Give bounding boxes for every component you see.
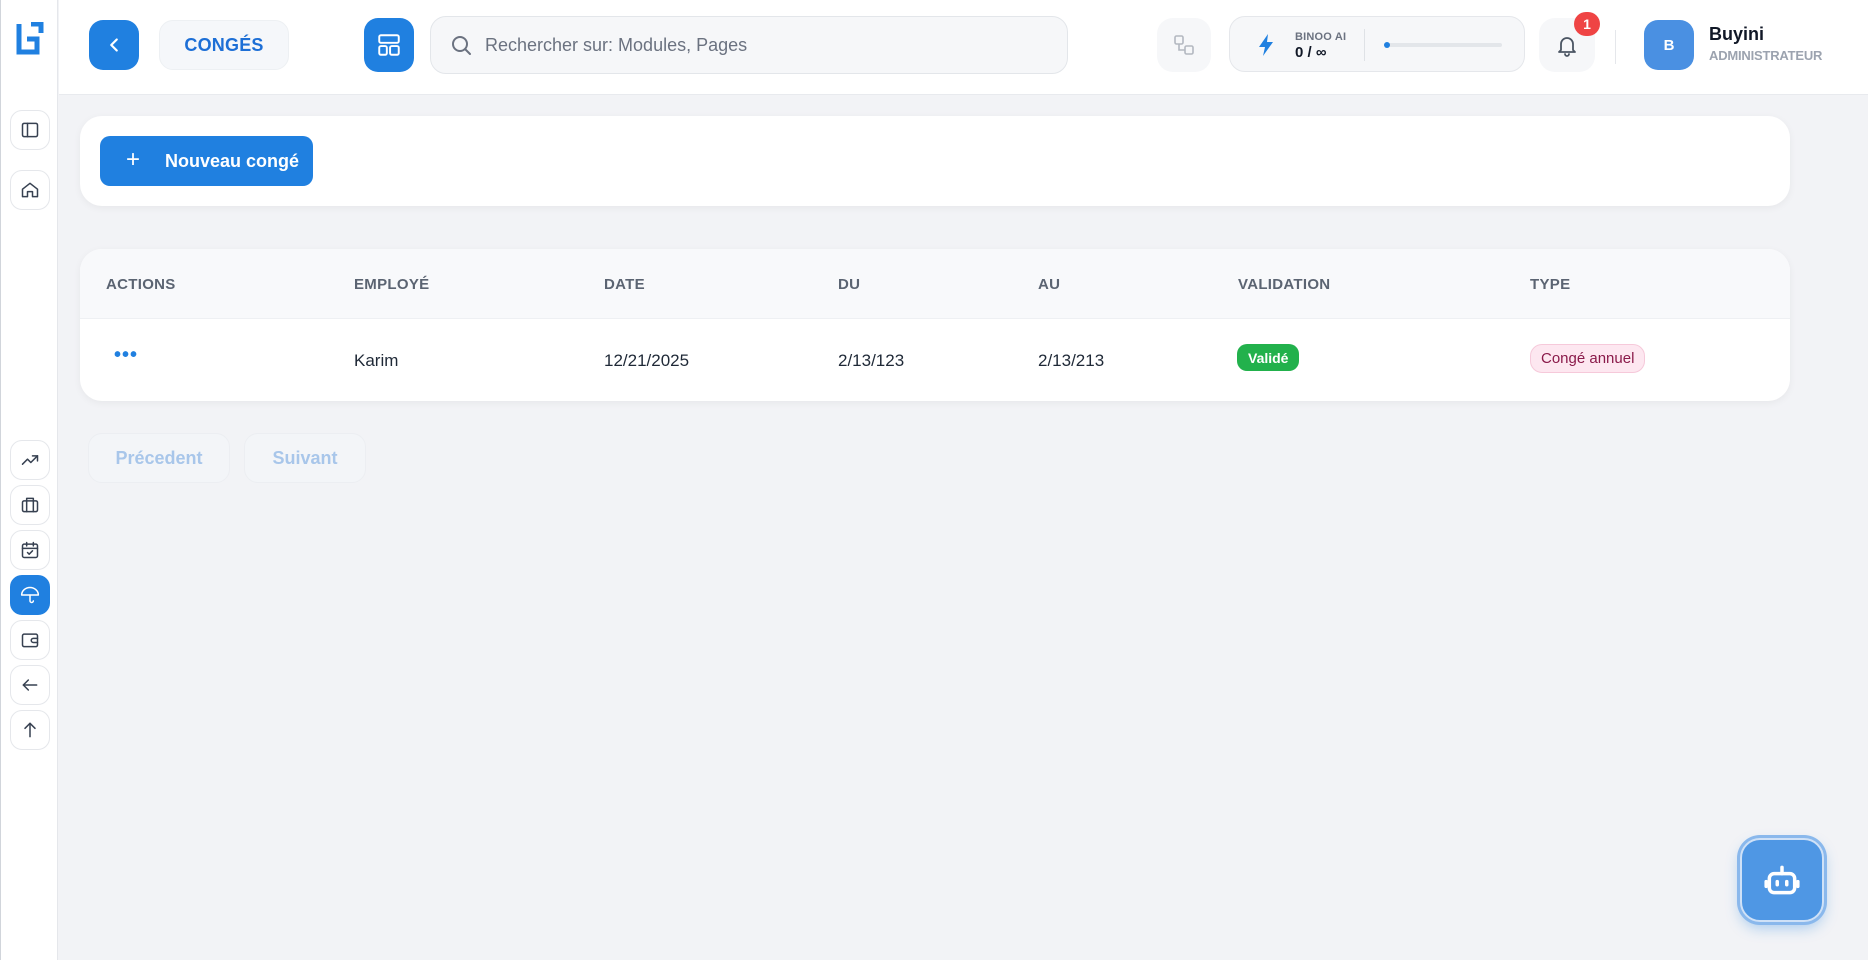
cell-date: 12/21/2025: [604, 351, 690, 370]
bolt-icon: [1259, 34, 1273, 56]
robot-icon: [1764, 865, 1800, 895]
leave-table: ACTIONS EMPLOYÉ DATE DU AU VALIDATION TY…: [80, 249, 1790, 401]
user-role: ADMINISTRATEUR: [1709, 48, 1823, 63]
column-header-date[interactable]: DATE: [604, 276, 645, 293]
column-header-type[interactable]: TYPE: [1530, 276, 1570, 293]
divider: [1615, 30, 1616, 64]
sidebar-item-up[interactable]: [10, 710, 50, 750]
sidebar-panel-icon: [21, 122, 39, 138]
sidebar-item-home[interactable]: [10, 170, 50, 210]
sidebar-toggle-button[interactable]: [10, 110, 50, 150]
notification-badge: 1: [1574, 12, 1600, 36]
sidebar-item-analytics[interactable]: [10, 440, 50, 480]
sidebar-item-wallet[interactable]: [10, 620, 50, 660]
back-button[interactable]: [89, 20, 139, 70]
app-logo[interactable]: [15, 22, 45, 56]
table-row[interactable]: ••• Karim 12/21/2025 2/13/123 2/13/213 V…: [80, 319, 1790, 401]
column-header-employee[interactable]: EMPLOYÉ: [354, 276, 429, 293]
arrow-up-icon: [24, 722, 36, 738]
arrow-left-icon: [22, 679, 38, 691]
previous-page-button[interactable]: Précedent: [88, 433, 230, 483]
ai-usage-fill: [1384, 42, 1390, 48]
search-input[interactable]: [485, 34, 1045, 56]
table-header: ACTIONS EMPLOYÉ DATE DU AU VALIDATION TY…: [80, 249, 1790, 319]
calendar-check-icon: [21, 541, 39, 559]
new-leave-button[interactable]: + Nouveau congé: [100, 136, 313, 186]
divider: [1364, 29, 1365, 61]
assistant-bot-button[interactable]: [1740, 838, 1824, 922]
chevron-left-icon: [110, 38, 118, 52]
bell-icon: [1558, 37, 1576, 57]
swap-icon: [1174, 35, 1194, 55]
plus-icon: +: [126, 146, 141, 173]
layout-switch-button[interactable]: [364, 18, 414, 72]
umbrella-icon: [20, 586, 40, 604]
column-header-validation[interactable]: VALIDATION: [1238, 276, 1330, 293]
new-leave-label: Nouveau congé: [165, 151, 300, 171]
cell-employee: Karim: [354, 351, 399, 370]
trending-up-icon: [21, 455, 39, 465]
sidebar-item-leave[interactable]: [10, 575, 50, 615]
sidebar-item-back[interactable]: [10, 665, 50, 705]
next-page-button[interactable]: Suivant: [244, 433, 366, 483]
cell-to: 2/13/213: [1038, 351, 1105, 370]
switch-module-button[interactable]: [1157, 18, 1211, 72]
ai-usage-panel[interactable]: BINOO AI 0 / ∞: [1229, 16, 1525, 72]
type-tag: Congé annuel: [1530, 344, 1646, 373]
home-icon: [21, 182, 39, 198]
row-actions-menu-icon[interactable]: •••: [114, 345, 138, 365]
cell-from: 2/13/123: [838, 351, 905, 370]
avatar[interactable]: B: [1644, 20, 1694, 70]
page-title: CONGÉS: [159, 20, 289, 70]
top-header: CONGÉS BINOO AI 0 / ∞ 1 B Buyini ADMINIS…: [59, 0, 1868, 95]
ai-label: BINOO AI: [1295, 31, 1347, 43]
layout-icon: [378, 34, 400, 56]
search-icon: [452, 36, 471, 55]
search-bar[interactable]: [430, 16, 1068, 74]
column-header-to[interactable]: AU: [1038, 276, 1060, 293]
ai-usage-bar: [1384, 42, 1502, 48]
sidebar: [0, 0, 58, 960]
ai-count: 0 / ∞: [1295, 44, 1327, 61]
user-name: Buyini: [1709, 24, 1765, 44]
sidebar-item-calendar[interactable]: [10, 530, 50, 570]
wallet-icon: [21, 633, 39, 648]
status-badge: Validé: [1237, 344, 1300, 371]
column-header-from[interactable]: DU: [838, 276, 860, 293]
briefcase-icon: [21, 497, 39, 513]
toolbar-card: + Nouveau congé: [80, 116, 1790, 206]
column-header-actions[interactable]: ACTIONS: [106, 276, 176, 293]
sidebar-item-briefcase[interactable]: [10, 485, 50, 525]
